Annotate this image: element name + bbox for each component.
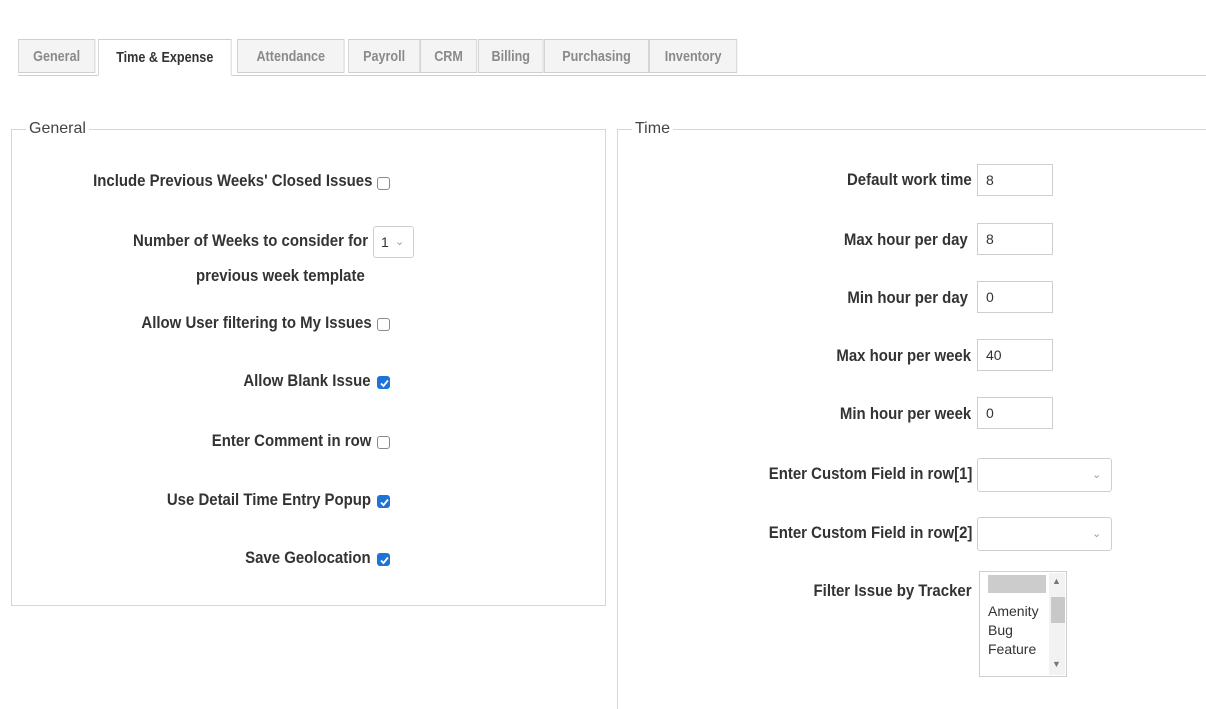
num-weeks-label-1: Number of Weeks to consider for <box>133 231 368 250</box>
scroll-up-icon[interactable]: ▲ <box>1052 576 1061 586</box>
detail-popup-label: Use Detail Time Entry Popup <box>166 490 371 509</box>
max-day-input[interactable]: 8 <box>977 223 1053 255</box>
tab-purchasing[interactable]: Purchasing <box>544 39 649 73</box>
tab-billing[interactable]: Billing <box>478 39 544 73</box>
include-prev-checkbox[interactable] <box>377 177 390 190</box>
checkmark-icon <box>380 498 389 507</box>
custom1-label: Enter Custom Field in row[1] <box>768 464 972 483</box>
scroll-down-icon[interactable]: ▼ <box>1052 659 1061 669</box>
tracker-option-blank[interactable] <box>988 575 1046 593</box>
num-weeks-label-2: previous week template <box>196 266 365 285</box>
num-weeks-value: 1 <box>381 234 389 250</box>
chevron-down-icon: ⌄ <box>1092 528 1102 540</box>
tab-payroll[interactable]: Payroll <box>348 39 421 73</box>
checkmark-icon <box>380 379 389 388</box>
allow-blank-checkbox[interactable] <box>377 376 390 389</box>
custom2-select[interactable]: ⌄ <box>977 517 1112 551</box>
tracker-scrollbar[interactable]: ▲ ▼ <box>1049 573 1065 675</box>
default-work-label: Default work time <box>847 170 972 189</box>
chevron-down-icon: ⌄ <box>395 236 405 248</box>
settings-tabs: General Time & Expense Attendance Payrol… <box>18 39 1206 76</box>
comment-row-label: Enter Comment in row <box>211 431 371 450</box>
detail-popup-checkbox[interactable] <box>377 495 390 508</box>
general-legend: General <box>26 119 89 139</box>
max-week-label: Max hour per week <box>836 346 971 365</box>
max-week-input[interactable]: 40 <box>977 339 1053 371</box>
comment-row-checkbox[interactable] <box>377 436 390 449</box>
tracker-listbox[interactable]: Amenity Bug Feature ▲ ▼ <box>979 571 1067 677</box>
include-prev-label: Include Previous Weeks' Closed Issues <box>92 171 372 190</box>
checkmark-icon <box>380 556 389 565</box>
tab-crm[interactable]: CRM <box>420 39 478 73</box>
allow-filter-checkbox[interactable] <box>377 318 390 331</box>
geolocation-checkbox[interactable] <box>377 553 390 566</box>
tab-attendance[interactable]: Attendance <box>237 39 345 73</box>
min-week-label: Min hour per week <box>839 404 971 423</box>
tracker-option-feature[interactable]: Feature <box>988 641 1036 657</box>
default-work-input[interactable]: 8 <box>977 164 1053 196</box>
max-day-label: Max hour per day <box>844 230 968 249</box>
geolocation-label: Save Geolocation <box>245 548 371 567</box>
num-weeks-select[interactable]: 1 ⌄ <box>373 226 414 258</box>
tracker-option-amenity[interactable]: Amenity <box>988 603 1039 619</box>
tab-time-expense[interactable]: Time & Expense <box>98 39 232 76</box>
tracker-label: Filter Issue by Tracker <box>813 581 972 600</box>
tab-inventory[interactable]: Inventory <box>649 39 738 73</box>
custom1-select[interactable]: ⌄ <box>977 458 1112 492</box>
custom2-label: Enter Custom Field in row[2] <box>768 523 972 542</box>
allow-blank-label: Allow Blank Issue <box>243 371 371 390</box>
min-week-input[interactable]: 0 <box>977 397 1053 429</box>
scrollbar-thumb[interactable] <box>1051 597 1065 623</box>
general-fieldset: General <box>11 119 606 606</box>
tracker-option-bug[interactable]: Bug <box>988 622 1013 638</box>
tab-general[interactable]: General <box>18 39 96 73</box>
allow-filter-label: Allow User filtering to My Issues <box>141 313 372 332</box>
min-day-label: Min hour per day <box>847 288 968 307</box>
chevron-down-icon: ⌄ <box>1092 469 1102 481</box>
time-legend: Time <box>632 119 673 139</box>
min-day-input[interactable]: 0 <box>977 281 1053 313</box>
